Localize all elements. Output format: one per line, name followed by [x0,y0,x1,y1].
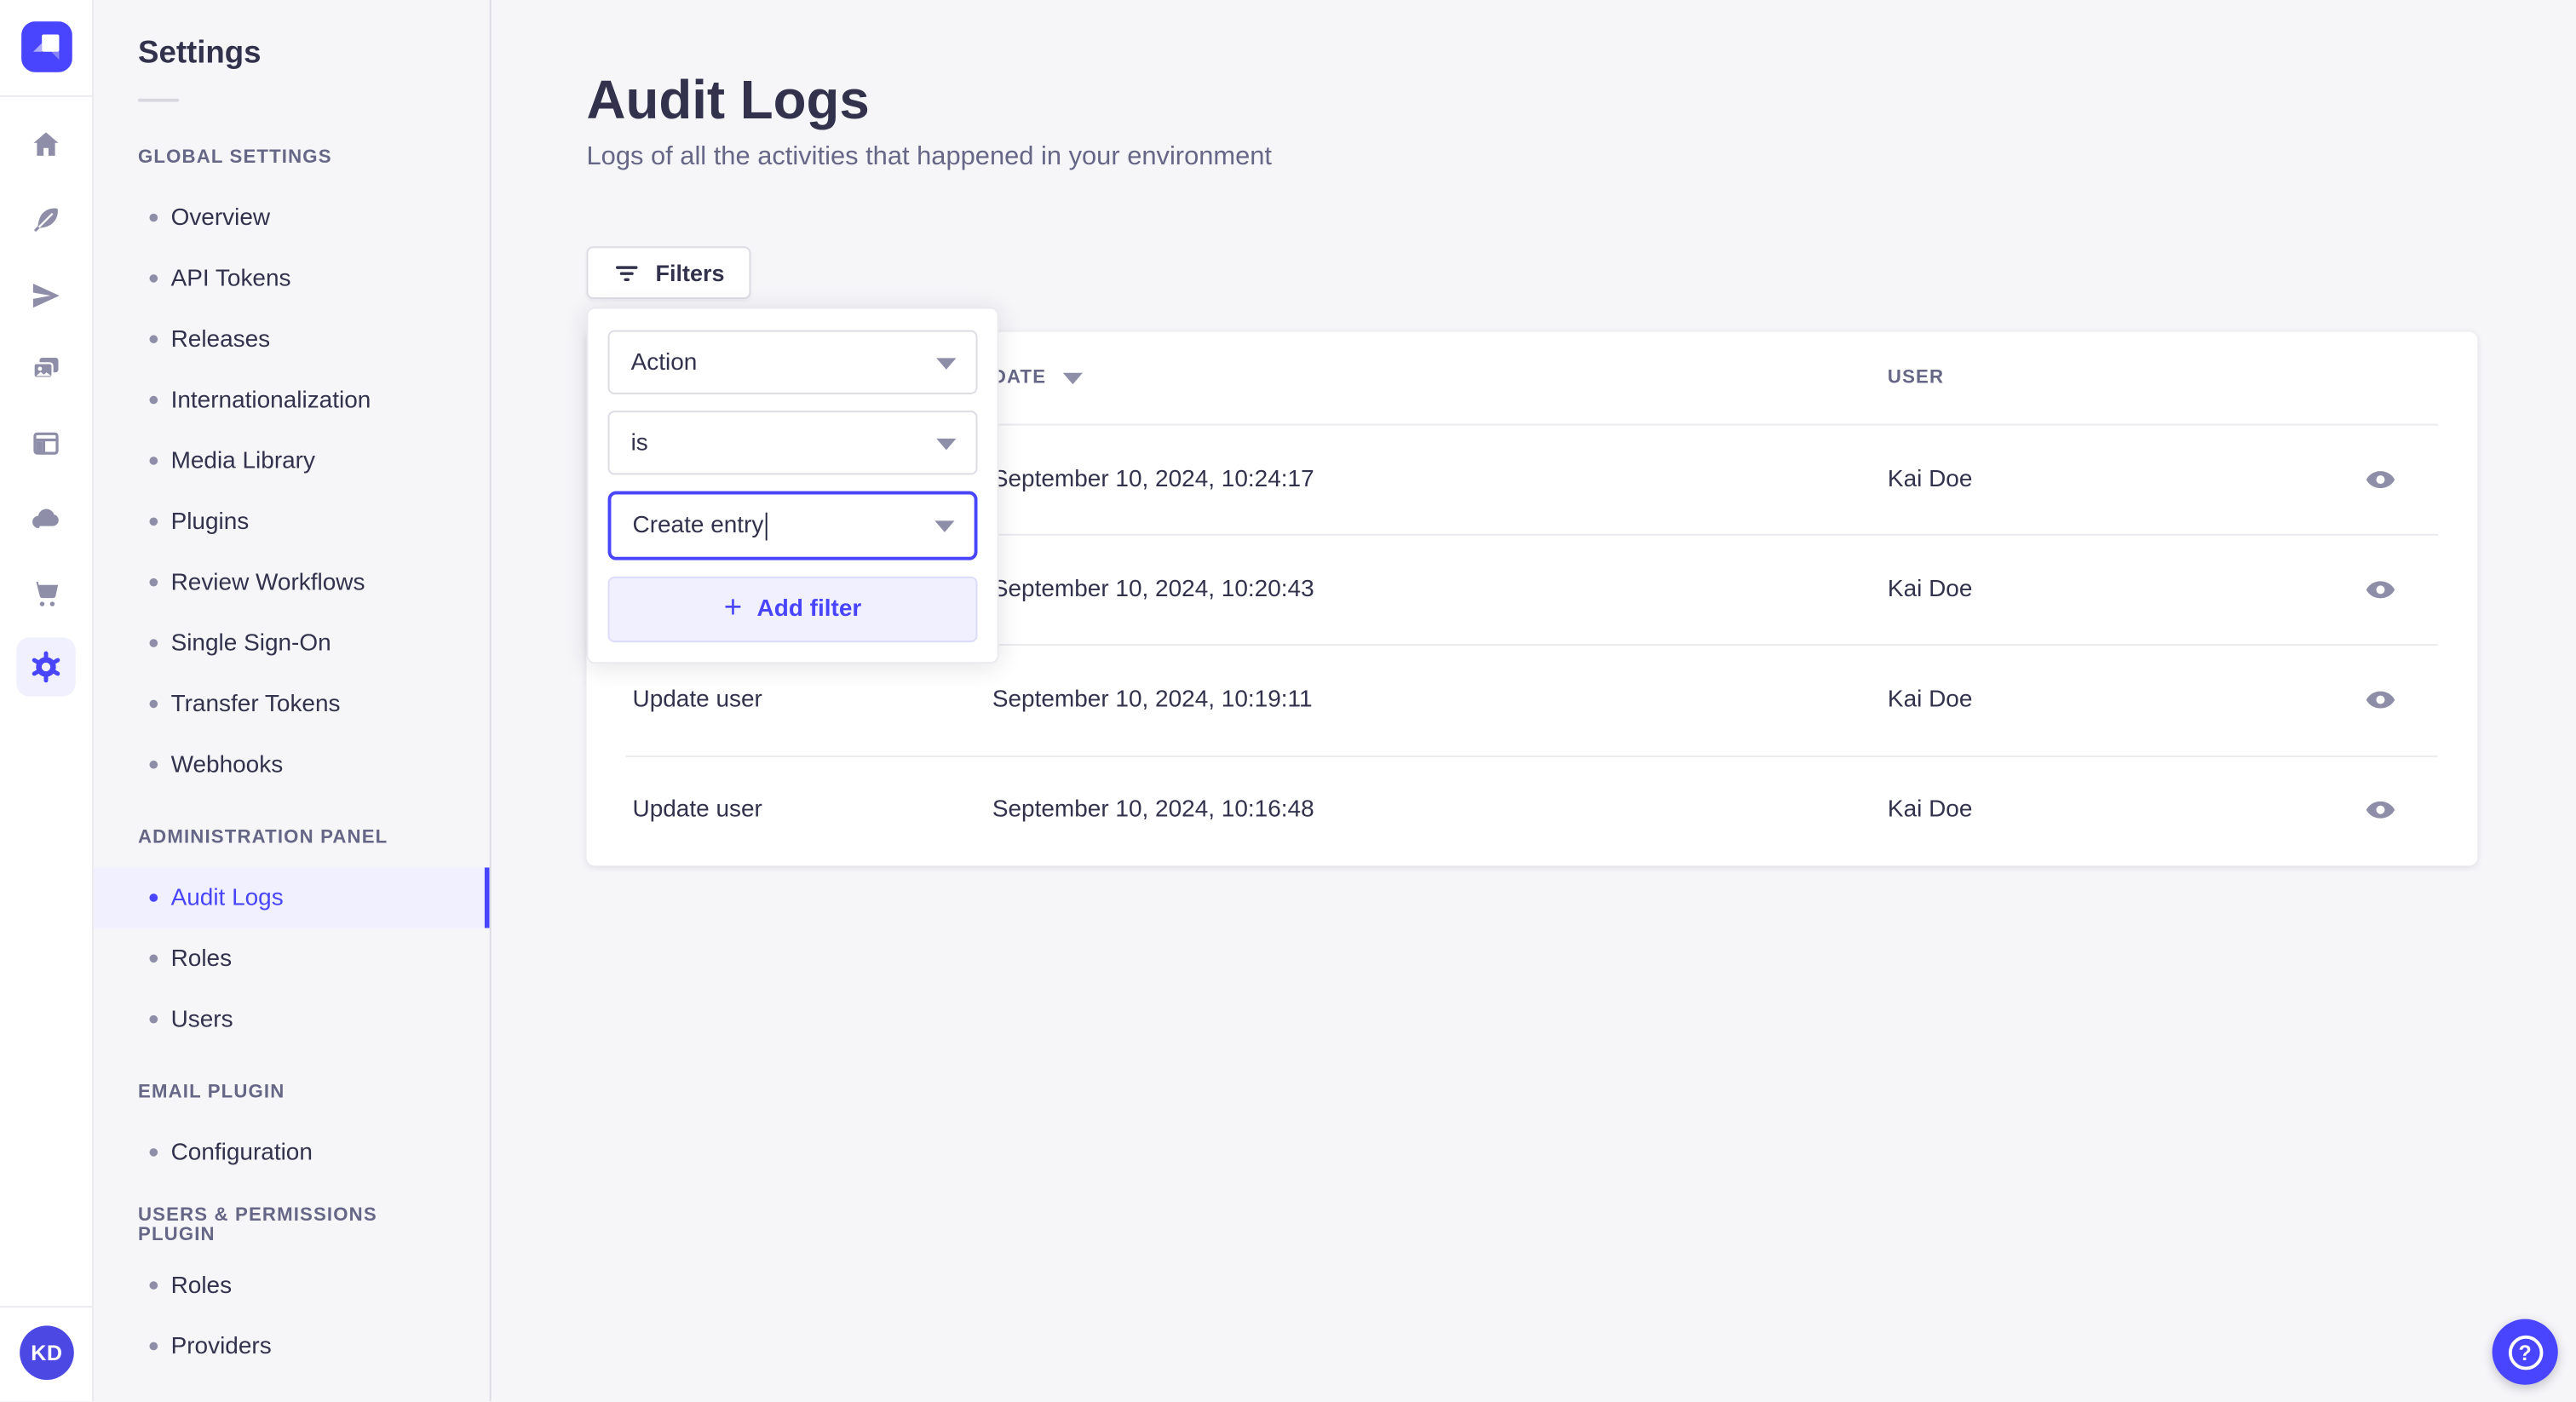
view-details-button[interactable] [2355,784,2407,836]
plus-icon: + [723,590,743,625]
section-global-settings: GLOBAL SETTINGS [137,147,332,168]
column-header-user[interactable]: USER [1888,368,2323,388]
sidebar-item-up-roles[interactable]: Roles [94,1255,490,1315]
help-button[interactable]: ? [2492,1319,2558,1386]
cell-user: Kai Doe [1887,796,1973,824]
strapi-logo[interactable] [21,21,72,72]
table-row[interactable]: Update user September 10, 2024, 10:16:48… [586,755,2477,865]
sidebar-item-api-tokens[interactable]: API Tokens [94,248,490,308]
bullet-icon [149,274,158,283]
cell-date: September 10, 2024, 10:24:17 [992,465,1314,492]
chevron-down-icon [936,357,957,369]
chevron-down-icon [936,437,957,450]
eye-icon [2366,580,2395,598]
bullet-icon [149,639,158,647]
bullet-icon [149,760,158,769]
section-email-plugin: EMAIL PLUGIN [137,1082,285,1103]
bullet-icon [149,335,158,344]
sidebar-item-email-configuration[interactable]: Configuration [94,1122,490,1182]
bullet-icon [149,954,158,963]
sidebar-title: Settings [137,36,262,71]
sidebar-item-internationalization[interactable]: Internationalization [94,370,490,430]
sidebar-title-divider [137,98,180,102]
text-cursor [765,511,768,540]
bullet-icon [149,395,158,405]
page-title: Audit Logs [586,68,870,130]
filters-button-label: Filters [655,259,725,286]
sidebar-item-webhooks[interactable]: Webhooks [94,734,490,795]
view-details-button[interactable] [2355,674,2407,727]
feather-icon[interactable] [16,191,75,250]
bullet-icon [149,517,158,526]
filters-button[interactable]: Filters [586,246,751,299]
cloud-icon[interactable] [16,490,75,549]
sidebar-item-audit-logs[interactable]: Audit Logs [93,867,490,928]
rail-divider [0,95,92,97]
home-icon[interactable] [16,115,75,174]
cell-user: Kai Doe [1887,465,1973,492]
cell-date: September 10, 2024, 10:16:48 [992,796,1314,824]
paper-plane-icon[interactable] [16,266,75,325]
bullet-icon [149,699,158,709]
filter-value-combobox[interactable]: Create entry [607,491,978,560]
question-mark-icon: ? [2507,1335,2543,1370]
app-root: KD Settings GLOBAL SETTINGS Overview API… [0,0,2576,1402]
filter-operator-select[interactable]: is [607,411,978,475]
section-users-permissions-plugin: USERS & PERMISSIONS PLUGIN [137,1205,377,1245]
sidebar-item-up-providers[interactable]: Providers [94,1316,490,1376]
bullet-icon [149,1014,158,1024]
sidebar-item-admin-users[interactable]: Users [94,989,490,1049]
bullet-icon [149,1342,158,1351]
sidebar-item-transfer-tokens[interactable]: Transfer Tokens [94,674,490,734]
settings-sidebar: Settings GLOBAL SETTINGS Overview API To… [93,0,492,1402]
bullet-icon [149,213,158,222]
rail-divider [0,1306,92,1308]
eye-icon [2366,470,2395,488]
eye-icon [2366,802,2395,819]
user-avatar[interactable]: KD [20,1325,74,1380]
cell-user: Kai Doe [1887,687,1973,713]
main-nav-rail: KD [0,0,94,1402]
section-administration-panel: ADMINISTRATION PANEL [137,827,388,848]
cell-action: Update user [632,687,762,713]
settings-gear-icon[interactable] [16,637,76,697]
bullet-icon [149,577,158,587]
sidebar-item-media-library[interactable]: Media Library [94,430,490,491]
cell-date: September 10, 2024, 10:19:11 [992,687,1313,713]
cell-date: September 10, 2024, 10:20:43 [992,576,1314,603]
images-icon[interactable] [16,340,75,399]
bullet-icon [149,1148,158,1157]
page-subtitle: Logs of all the activities that happened… [586,142,1273,171]
sidebar-item-admin-roles[interactable]: Roles [94,928,490,989]
view-details-button[interactable] [2355,563,2407,616]
filter-popover: Action is Create entry + Add filter [586,307,999,664]
sidebar-item-plugins[interactable]: Plugins [94,491,490,552]
bullet-icon [149,893,158,902]
filter-field-select[interactable]: Action [607,330,978,394]
bullet-icon [149,1281,158,1290]
sidebar-item-releases[interactable]: Releases [94,309,490,370]
eye-icon [2366,691,2395,709]
sort-desc-icon [1062,371,1083,384]
column-header-date[interactable]: DATE [992,368,1888,388]
add-filter-button[interactable]: + Add filter [607,576,978,643]
main-content: Audit Logs Logs of all the activities th… [491,0,2576,1402]
sidebar-item-single-sign-on[interactable]: Single Sign-On [94,612,490,673]
cart-icon[interactable] [16,563,75,622]
chevron-down-icon [934,520,955,532]
layout-icon[interactable] [16,414,75,473]
filter-icon [612,259,641,287]
sidebar-item-overview[interactable]: Overview [94,187,490,248]
cell-action: Update user [632,796,762,824]
view-details-button[interactable] [2355,453,2407,506]
bullet-icon [149,457,158,465]
sidebar-item-review-workflows[interactable]: Review Workflows [94,552,490,612]
cell-user: Kai Doe [1887,576,1973,603]
